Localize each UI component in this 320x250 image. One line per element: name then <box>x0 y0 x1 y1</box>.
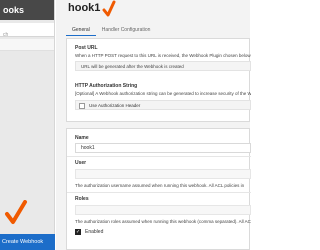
divider <box>67 156 251 157</box>
sidebar-search-placeholder: ch <box>3 32 9 38</box>
sidebar-header: ooks <box>0 0 54 20</box>
checkmark-annotation-icon <box>5 200 27 224</box>
name-input[interactable]: hook1 <box>75 143 251 153</box>
details-panel: Name hook1 User The authorization userna… <box>66 128 251 250</box>
http-auth-label: HTTP Authorization String <box>75 83 138 89</box>
create-webhook-button[interactable]: Create Webhook <box>0 234 55 250</box>
enabled-label: Enabled <box>85 229 104 235</box>
sidebar: ooks ch Create Webhook <box>0 0 55 250</box>
roles-label: Roles <box>75 196 89 202</box>
tab-general[interactable]: General <box>66 24 96 36</box>
checkmark-annotation-icon <box>102 0 116 17</box>
roles-input[interactable] <box>75 205 251 215</box>
post-url-description: When a HTTP POST request to this URL is … <box>75 53 251 58</box>
sidebar-list-item[interactable] <box>0 39 54 51</box>
use-auth-header-checkbox[interactable] <box>79 102 85 109</box>
http-auth-description: [Optional] A Webhook authorization strin… <box>75 91 251 96</box>
tab-handler-configuration[interactable]: Handler Configuration <box>96 24 157 36</box>
enabled-row[interactable]: ✓ Enabled <box>75 228 103 236</box>
user-description: The authorization username assumed when … <box>75 183 245 188</box>
tab-bar: General Handler Configuration <box>66 24 156 36</box>
page-title: hook1 <box>68 2 101 14</box>
user-label: User <box>75 160 87 166</box>
roles-description: The authorization roles assumed when run… <box>75 219 251 224</box>
divider <box>67 192 251 193</box>
user-input[interactable] <box>75 169 251 179</box>
url-panel: Post URL When a HTTP POST request to thi… <box>66 38 251 122</box>
enabled-checkbox[interactable]: ✓ <box>75 228 81 235</box>
sidebar-search-input[interactable]: ch <box>0 23 54 38</box>
use-auth-header-label: Use Authorization Header <box>89 103 141 108</box>
name-label: Name <box>75 135 89 141</box>
post-url-value: URL will be generated after the Webhook … <box>75 61 251 71</box>
post-url-label: Post URL <box>75 45 98 51</box>
main-content: hook1 General Handler Configuration Post… <box>56 0 251 250</box>
use-auth-header-row[interactable]: Use Authorization Header <box>75 100 251 110</box>
